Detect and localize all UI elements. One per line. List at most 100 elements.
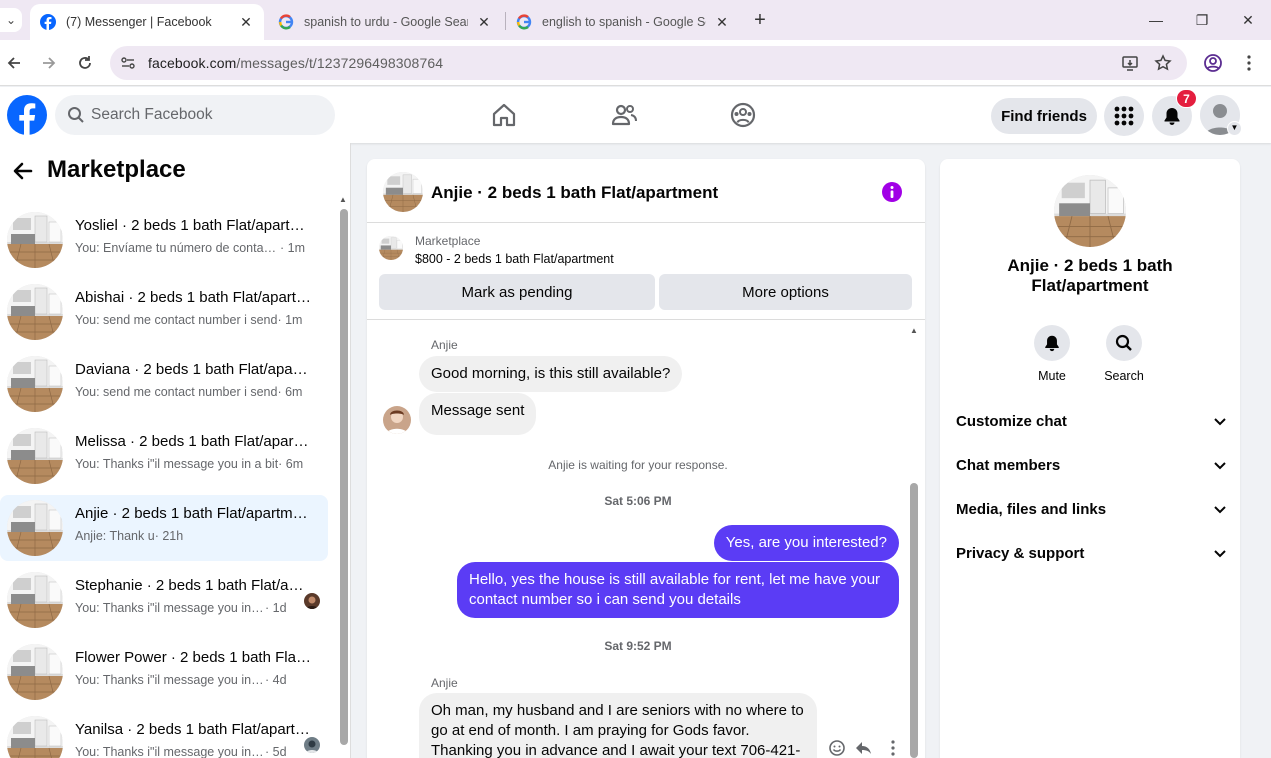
preview-text: You: send me contact number i send — [75, 385, 278, 399]
reload-button[interactable] — [73, 51, 97, 75]
chat-panel: Anjie · 2 beds 1 bath Flat/apartment Mar… — [367, 159, 925, 758]
listing-thumbnail[interactable] — [379, 236, 403, 260]
react-emoji-icon[interactable] — [828, 739, 846, 757]
find-friends-button[interactable]: Find friends — [991, 98, 1097, 134]
chat-members-row[interactable]: Chat members — [956, 453, 1228, 477]
close-window-icon[interactable]: ✕ — [1236, 8, 1260, 32]
mark-as-pending-button[interactable]: Mark as pending — [379, 274, 655, 310]
conversation-thumbnail — [7, 716, 63, 758]
marketplace-header: Marketplace — [0, 143, 340, 201]
timestamp: Sat 5:06 PM — [604, 494, 672, 508]
search-circle[interactable] — [1106, 325, 1142, 361]
close-tab-icon[interactable]: ✕ — [238, 14, 254, 31]
listing-photo-icon — [7, 356, 63, 412]
conversation-item[interactable]: Stephanie · 2 beds 1 bath Flat/apartment… — [0, 567, 328, 633]
preview-time: · 1m — [277, 313, 303, 327]
site-settings-icon[interactable] — [120, 55, 136, 71]
scroll-up-arrow-icon[interactable]: ▲ — [339, 195, 347, 204]
more-options-button[interactable]: More options — [659, 274, 912, 310]
chevron-down-icon — [1214, 418, 1226, 426]
menu-button[interactable] — [1104, 96, 1144, 136]
close-tab-icon[interactable]: ✕ — [714, 14, 730, 31]
chat-avatar-large[interactable] — [1054, 175, 1126, 247]
preview-time: · 5d — [265, 745, 287, 758]
new-tab-button[interactable]: + — [750, 9, 770, 31]
conversation-item[interactable]: Flower Power · 2 beds 1 bath Flat/apartm… — [0, 639, 328, 705]
marketplace-listing: Marketplace $800 - 2 beds 1 bath Flat/ap… — [367, 224, 925, 320]
minimize-window-icon[interactable]: — — [1144, 8, 1168, 32]
waiting-notice: Anjie is waiting for your response. — [548, 458, 728, 472]
search-in-chat-button[interactable]: Search — [1094, 325, 1154, 383]
close-tab-icon[interactable]: ✕ — [476, 14, 492, 31]
listing-description[interactable]: $800 - 2 beds 1 bath Flat/apartment — [415, 252, 614, 266]
chat-name-line: Flat/apartment — [1031, 276, 1149, 295]
bookmark-star-icon[interactable] — [1154, 54, 1172, 72]
customize-chat-row[interactable]: Customize chat — [956, 409, 1228, 433]
row-label: Chat members — [956, 456, 1061, 474]
conversation-item[interactable]: Anjie · 2 beds 1 bath Flat/apartment Anji… — [0, 495, 328, 561]
incoming-message[interactable]: Oh man, my husband and I are seniors wit… — [419, 693, 817, 758]
tab-messenger[interactable]: (7) Messenger | Facebook ✕ — [30, 4, 264, 40]
info-icon[interactable] — [881, 181, 903, 203]
chevron-down-icon — [1214, 462, 1226, 470]
preview-text: Anjie: Thank u — [75, 529, 155, 543]
install-app-icon[interactable] — [1121, 54, 1139, 72]
conversation-item[interactable]: Abishai · 2 beds 1 bath Flat/apartment Yo… — [0, 279, 328, 345]
google-favicon-icon — [516, 14, 532, 30]
back-arrow-icon[interactable] — [10, 158, 36, 184]
search-label: Search — [1104, 369, 1144, 383]
listing-photo-icon — [7, 500, 63, 556]
tab-spanish-to-urdu[interactable]: spanish to urdu - Google Search ✕ — [268, 4, 502, 40]
person-photo-icon — [304, 737, 320, 753]
more-actions-icon[interactable] — [884, 739, 902, 757]
restore-window-icon[interactable]: ❐ — [1190, 8, 1214, 32]
privacy-support-row[interactable]: Privacy & support — [956, 541, 1228, 565]
back-button[interactable] — [2, 51, 26, 75]
incoming-message[interactable]: Good morning, is this still available? — [419, 356, 683, 392]
tab-title: spanish to urdu - Google Search — [304, 15, 468, 29]
facebook-logo-icon[interactable] — [7, 95, 47, 135]
friends-icon[interactable] — [610, 101, 638, 129]
conversation-preview: You: Envíame tu número de contacto · 1m — [75, 241, 305, 255]
browser-toolbar: facebook.com/messages/t/1237296498308764 — [0, 40, 1271, 86]
home-icon[interactable] — [490, 101, 518, 129]
chevron-down-icon[interactable]: ▼ — [1227, 121, 1242, 136]
mute-circle[interactable] — [1034, 325, 1070, 361]
conversation-thumbnail — [7, 428, 63, 484]
conversation-item[interactable]: Yanilsa · 2 beds 1 bath Flat/apartment Yo… — [0, 711, 328, 758]
mute-button[interactable]: Mute — [1022, 325, 1082, 383]
incoming-message[interactable]: Message sent — [419, 393, 537, 435]
conversation-item[interactable]: Daviana · 2 beds 1 bath Flat/apartment Yo… — [0, 351, 328, 417]
conversation-item[interactable]: Melissa · 2 beds 1 bath Flat/apartment Yo… — [0, 423, 328, 489]
search-input[interactable] — [91, 95, 321, 135]
tab-english-to-spanish[interactable]: english to spanish - Google Search ✕ — [506, 4, 740, 40]
reply-icon[interactable] — [855, 739, 873, 757]
conversation-name: Yanilsa · 2 beds 1 bath Flat/apartment — [75, 721, 311, 738]
notification-count-badge: 7 — [1176, 89, 1197, 108]
chat-title[interactable]: Anjie · 2 beds 1 bath Flat/apartment — [431, 183, 718, 203]
facebook-search-box[interactable] — [55, 95, 335, 135]
groups-icon[interactable] — [729, 101, 757, 129]
outgoing-message[interactable]: Yes, are you interested? — [713, 525, 899, 561]
scroll-up-arrow-icon[interactable]: ▲ — [910, 326, 918, 335]
more-menu-icon[interactable] — [1238, 52, 1260, 74]
preview-text: You: Thanks i"il message you in a bit — [75, 601, 265, 615]
outgoing-message[interactable]: Hello, yes the house is still available … — [457, 562, 899, 618]
address-bar[interactable]: facebook.com/messages/t/1237296498308764 — [110, 46, 1187, 80]
conversation-item[interactable]: Yosliel · 2 beds 1 bath Flat/apartment Yo… — [0, 207, 328, 273]
read-receipt-avatar — [304, 737, 320, 753]
profile-icon[interactable] — [1202, 52, 1224, 74]
chat-header: Anjie · 2 beds 1 bath Flat/apartment — [367, 159, 925, 223]
scrollbar-thumb[interactable] — [340, 209, 348, 745]
sender-avatar[interactable] — [383, 406, 411, 434]
scrollbar-thumb[interactable] — [910, 483, 918, 758]
media-files-links-row[interactable]: Media, files and links — [956, 497, 1228, 521]
page-title: Marketplace — [47, 156, 186, 183]
timestamp: Sat 9:52 PM — [604, 639, 672, 653]
tab-search-button[interactable]: ⌄ — [0, 8, 22, 32]
forward-button[interactable] — [37, 51, 61, 75]
bell-icon — [1164, 108, 1180, 125]
sender-name: Anjie — [431, 676, 458, 690]
google-favicon-icon — [278, 14, 294, 30]
chat-avatar[interactable] — [383, 172, 423, 212]
